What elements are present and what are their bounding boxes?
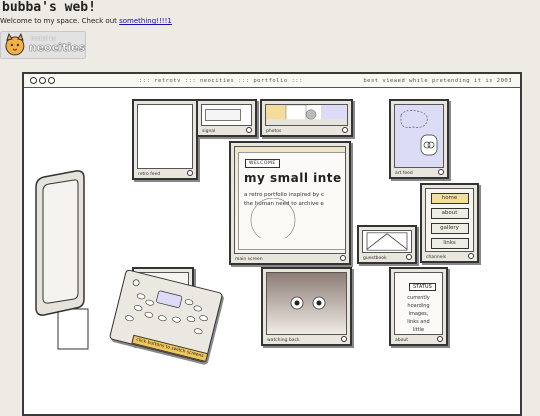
retro-feed-label: retro feed [138,172,161,177]
eyes-icon [290,296,326,310]
watching-back-screen [266,272,347,335]
knob-icon[interactable] [406,254,412,260]
guestbook-label: guestbook [363,256,387,261]
channels-screen: home about gallery links [425,188,474,252]
knob-icon[interactable] [340,255,346,261]
channel-about-button[interactable]: about [430,208,469,219]
tile-watching-back[interactable]: watching back [261,267,352,346]
remote-control[interactable]: click buttons to switch screens [108,268,224,364]
status-line: hoarding [407,303,430,309]
something-link[interactable]: something!!!!1 [119,17,172,25]
status-line: obsessions [395,334,442,335]
welcome-text: Welcome to my space. Check out something… [0,17,172,25]
window-dot-2[interactable] [39,77,46,84]
tile-channels[interactable]: home about gallery links channels [420,183,479,263]
window-dot-1[interactable] [30,77,37,84]
status-line: links and [407,319,430,325]
tile-signal[interactable]: signal [196,99,257,137]
about-screen: STATUS currently hoarding images, links … [394,272,443,335]
tile-art-feed[interactable]: art feed [389,99,449,179]
frame-titlebar: ::: retrotv ::: neocities ::: portfolio … [24,74,520,88]
status-label: STATUS [409,283,436,291]
knob-icon[interactable] [342,127,348,133]
frame-tagline: best viewed while pretending it is 2003 [363,78,512,84]
status-text: currently hoarding images, links and lit… [395,294,442,335]
tile-guestbook[interactable]: guestbook [357,225,417,264]
tile-retro-feed[interactable]: retro feed [132,99,198,180]
art-feed-label: art feed [395,171,413,176]
knob-icon[interactable] [468,253,474,259]
channel-links-button[interactable]: links [430,238,469,249]
window-dot-3[interactable] [48,77,55,84]
signal-label: signal [202,129,216,134]
guestbook-book-icon [366,232,408,251]
watching-back-label: watching back [267,338,300,343]
knob-icon[interactable] [438,169,444,175]
photos-label: photos [266,129,282,134]
site-title: bubba's web! [2,0,96,15]
art-feed-screen [394,104,444,168]
channel-home-button[interactable]: home [430,193,469,204]
portfolio-frame: ::: retrotv ::: neocities ::: portfolio … [22,72,522,416]
cat-logo-icon [5,32,25,56]
status-line: images, [408,311,429,317]
knob-icon[interactable] [187,170,193,176]
about-label: about [395,338,408,343]
photos-screen [265,104,348,126]
status-line: currently [407,295,430,301]
channels-label: channels [426,255,447,260]
tablet-illustration [35,170,89,350]
main-screen-display: WELCOME my small inte a retro portfolio … [234,146,346,254]
photos-strip [266,105,347,125]
neocities-badge[interactable]: hosted by neocities [0,31,86,59]
main-screen-label: main screen [235,257,263,262]
welcome-tag: WELCOME [245,159,280,168]
frame-nav: ::: retrotv ::: neocities ::: portfolio … [139,78,303,84]
knob-icon[interactable] [246,127,252,133]
knob-icon[interactable] [437,336,443,342]
channel-gallery-button[interactable]: gallery [430,223,469,234]
tile-about[interactable]: STATUS currently hoarding images, links … [389,267,448,346]
retro-feed-screen [137,104,193,169]
circle-decoration [250,198,296,238]
tile-main-screen[interactable]: WELCOME my small inte a retro portfolio … [229,141,351,265]
guestbook-screen [362,230,412,253]
tile-photos[interactable]: photos [260,99,353,137]
knob-icon[interactable] [341,336,347,342]
signal-screen [201,104,252,126]
main-title: my small inte [244,171,342,185]
art-doodle [400,110,438,156]
welcome-message: Welcome to my space. Check out [0,17,120,25]
status-line: little [412,327,425,333]
brand-label: neocities [28,41,85,54]
